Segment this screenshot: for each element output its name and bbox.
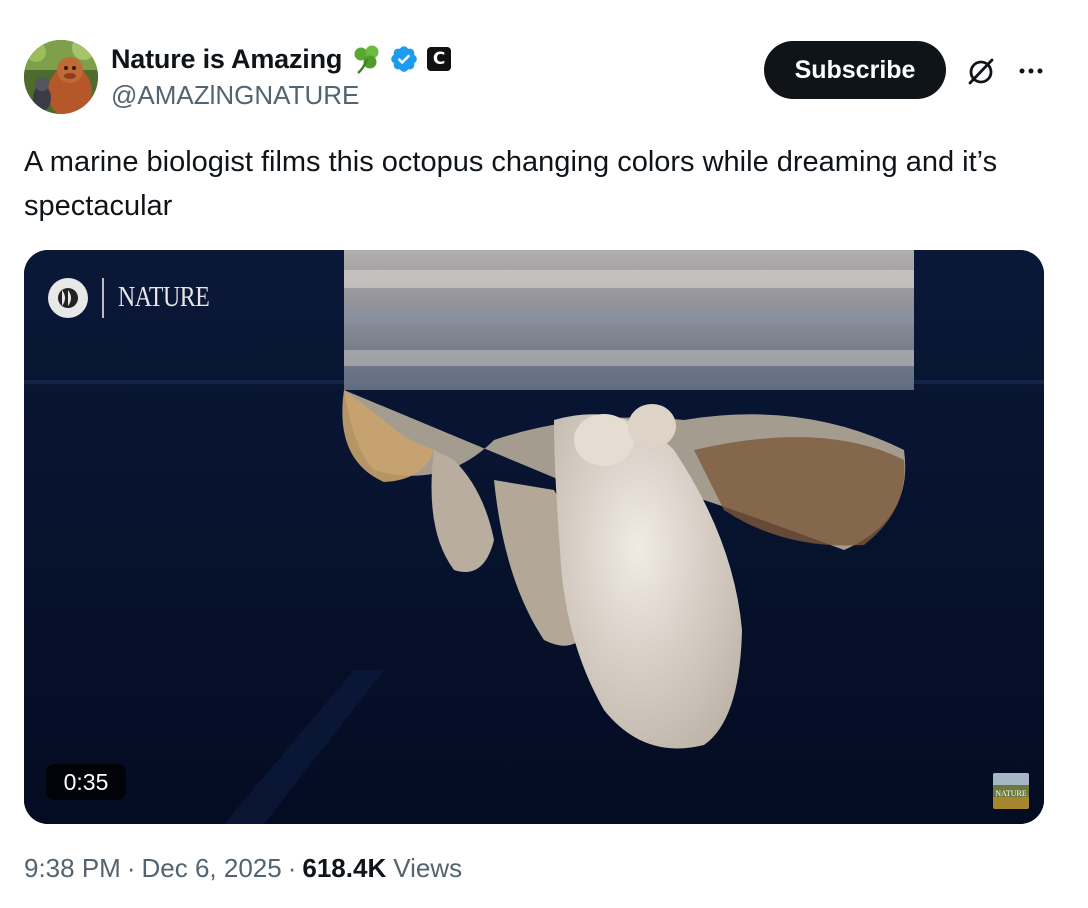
grok-icon[interactable] [964,54,998,88]
nature-thumbnail-text: NATURE [995,789,1027,798]
pbs-nature-watermark: NATURE [48,278,225,318]
shamrock-icon [350,42,384,76]
pbs-logo-icon [48,278,88,318]
more-options-icon[interactable] [1014,54,1048,88]
video-player[interactable]: NATURE 0:35 NATURE [24,250,1044,824]
tweet-time[interactable]: 9:38 PM [24,853,121,884]
tweet-header: Nature is Amazing C @AMAZlNGNATURE Subsc… [24,40,1064,116]
views-label: Views [393,853,463,883]
tweet-date[interactable]: Dec 6, 2025 [142,853,282,884]
tweet-text: A marine biologist films this octopus ch… [24,146,998,222]
nature-thumbnail-logo: NATURE [993,773,1029,809]
subscribe-button[interactable]: Subscribe [764,41,946,99]
display-name[interactable]: Nature is Amazing [111,44,342,75]
affiliate-badge[interactable]: C [427,47,452,71]
avatar[interactable] [24,40,98,114]
meta-separator: · [287,853,297,883]
watermark-divider [102,278,104,318]
views-count: 618.4K [302,853,387,883]
meta-separator: · [126,853,136,883]
video-frame [24,250,1044,824]
tweet-meta: 9:38 PM · Dec 6, 2025 · 618.4K Views [24,853,462,884]
video-duration-badge: 0:35 [46,764,126,800]
verified-badge-icon[interactable] [389,44,419,74]
nature-watermark-text: NATURE [118,282,210,313]
user-handle[interactable]: @AMAZlNGNATURE [111,80,451,111]
